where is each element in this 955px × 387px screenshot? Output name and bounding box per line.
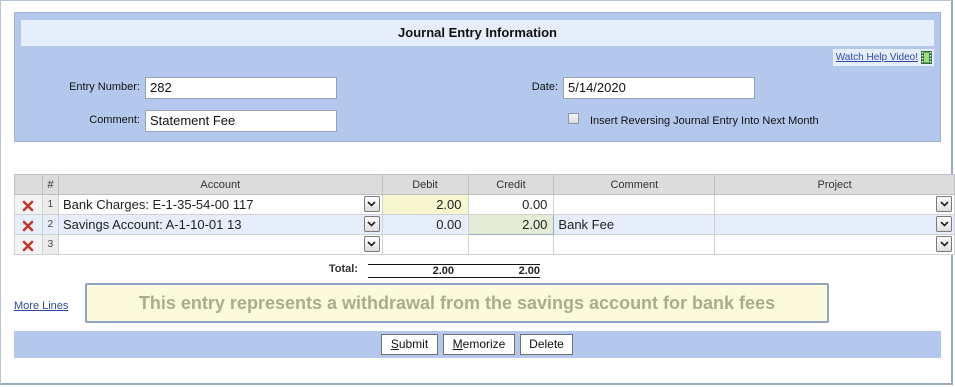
credit-input[interactable]: 2.00 — [467, 214, 555, 235]
entry-number-field[interactable]: 282 — [145, 77, 337, 99]
table-row: 3 — [14, 234, 955, 255]
memorize-accesskey: M — [452, 337, 463, 351]
table-header-row: # Account Debit Credit Comment Project — [14, 174, 955, 195]
project-select[interactable] — [714, 234, 955, 255]
annotation-note: This entry represents a withdrawal from … — [85, 283, 829, 323]
account-dropdown-button[interactable] — [363, 196, 380, 212]
account-select[interactable] — [57, 234, 383, 255]
header-num: # — [41, 174, 59, 195]
date-field[interactable]: 5/14/2020 — [563, 77, 755, 99]
delete-row-button[interactable] — [14, 194, 43, 215]
project-dropdown-button[interactable] — [936, 216, 952, 232]
delete-button[interactable]: Delete — [520, 334, 573, 355]
total-debit: 2.00 — [368, 264, 454, 278]
table-row: 2 Savings Account: A-1-10-01 13 0.00 2.0… — [14, 214, 955, 235]
memorize-button[interactable]: Memorize — [443, 334, 515, 355]
header-project: Project — [714, 174, 955, 195]
watch-help-video-link[interactable]: Watch Help Video! — [832, 49, 934, 66]
red-x-icon[interactable] — [22, 220, 34, 232]
comment-field[interactable]: Statement Fee — [145, 110, 337, 132]
header-account: Account — [57, 174, 383, 195]
header-debit: Debit — [381, 174, 469, 195]
row-number: 3 — [41, 234, 59, 255]
line-comment-input[interactable] — [553, 234, 716, 255]
reversing-entry-label: Insert Reversing Journal Entry Into Next… — [590, 115, 819, 127]
total-credit: 2.00 — [454, 264, 540, 278]
project-dropdown-button[interactable] — [936, 236, 952, 252]
date-label: Date: — [531, 81, 558, 93]
chevron-down-icon — [367, 241, 376, 247]
table-row: 1 Bank Charges: E-1-35-54-00 117 2.00 0.… — [14, 194, 955, 215]
chevron-down-icon — [367, 201, 376, 207]
help-link-label[interactable]: Watch Help Video! — [836, 52, 918, 63]
header-delete — [14, 174, 43, 195]
memorize-label: emorize — [462, 337, 506, 351]
credit-input[interactable]: 0.00 — [467, 194, 555, 215]
panel-title: Journal Entry Information — [21, 20, 934, 46]
account-dropdown-button[interactable] — [363, 236, 380, 252]
project-select[interactable] — [714, 194, 955, 215]
line-comment-input[interactable] — [553, 194, 716, 215]
film-strip-icon[interactable] — [921, 51, 932, 64]
credit-input[interactable] — [467, 234, 555, 255]
account-value: Bank Charges: E-1-35-54-00 117 — [62, 197, 254, 212]
reversing-entry-checkbox[interactable] — [568, 113, 579, 124]
account-dropdown-button[interactable] — [363, 216, 380, 232]
chevron-down-icon — [939, 221, 949, 227]
red-x-icon[interactable] — [22, 240, 34, 252]
delete-row-button[interactable] — [14, 214, 43, 235]
entry-number-label: Entry Number: — [69, 81, 140, 93]
account-value: Savings Account: A-1-10-01 13 — [62, 217, 242, 232]
submit-label: ubmit — [398, 337, 429, 351]
delete-row-button[interactable] — [14, 234, 43, 255]
line-comment-input[interactable]: Bank Fee — [553, 214, 716, 235]
row-number: 2 — [41, 214, 59, 235]
chevron-down-icon — [939, 241, 949, 247]
journal-lines-table: # Account Debit Credit Comment Project 1… — [14, 174, 955, 255]
row-number: 1 — [41, 194, 59, 215]
red-x-icon[interactable] — [22, 200, 34, 212]
submit-accesskey: S — [390, 337, 399, 351]
chevron-down-icon — [939, 201, 949, 207]
project-dropdown-button[interactable] — [936, 196, 952, 212]
debit-input[interactable] — [381, 234, 469, 255]
header-comment: Comment — [553, 174, 716, 195]
submit-button[interactable]: Submit — [381, 334, 438, 355]
comment-label: Comment: — [89, 114, 140, 126]
debit-input[interactable]: 0.00 — [381, 214, 469, 235]
project-select[interactable] — [714, 214, 955, 235]
total-label: Total: — [328, 263, 358, 275]
account-select[interactable]: Bank Charges: E-1-35-54-00 117 — [57, 194, 383, 215]
chevron-down-icon — [367, 221, 376, 227]
more-lines-link[interactable]: More Lines — [14, 300, 68, 312]
header-credit: Credit — [467, 174, 555, 195]
account-select[interactable]: Savings Account: A-1-10-01 13 — [57, 214, 383, 235]
debit-input[interactable]: 2.00 — [381, 194, 469, 215]
